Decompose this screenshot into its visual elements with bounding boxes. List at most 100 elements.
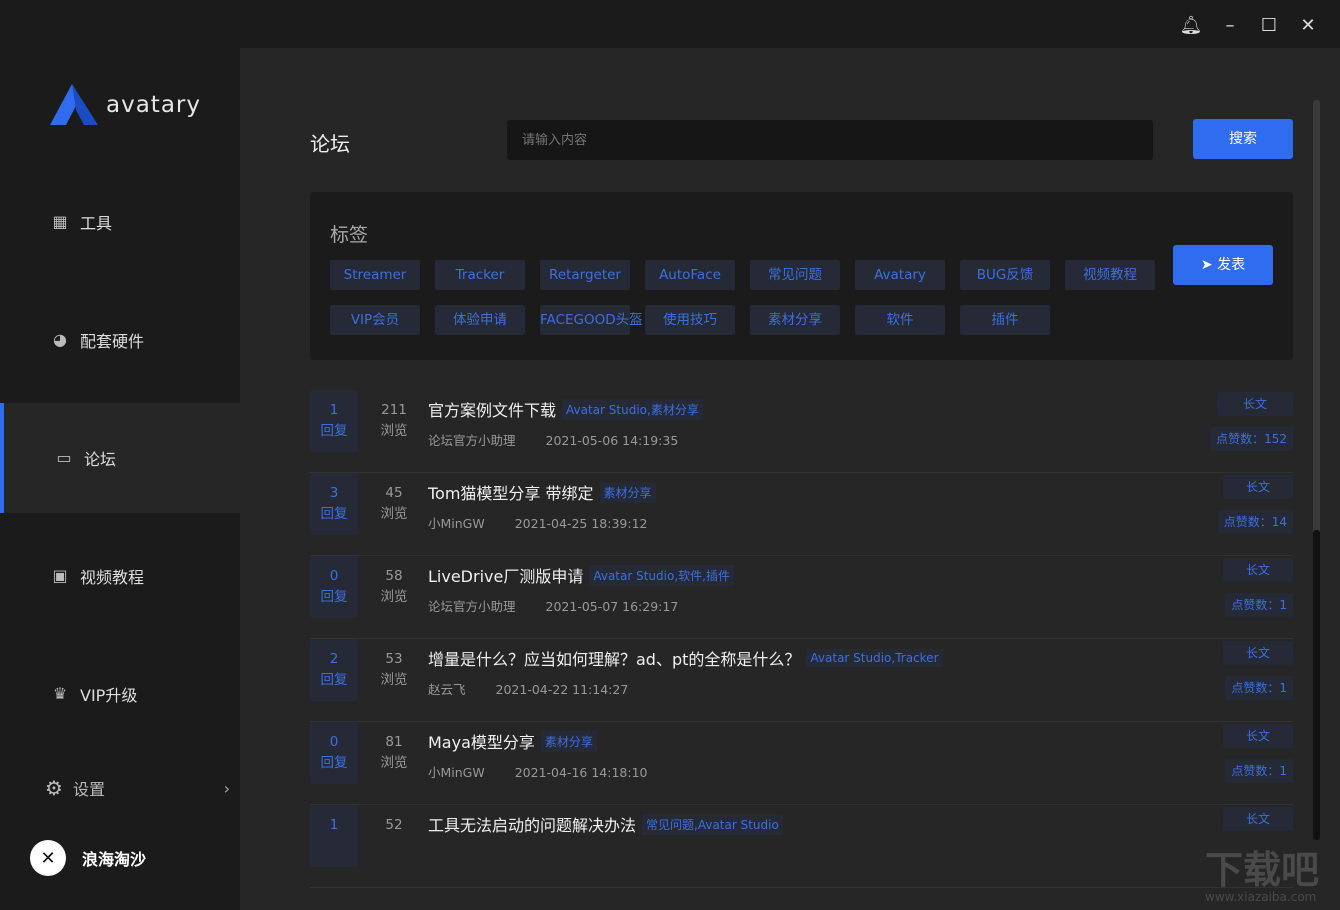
- tag-chip[interactable]: 软件: [855, 305, 945, 335]
- post-title[interactable]: Maya模型分享 素材分享: [428, 729, 597, 753]
- likes-badge: 点赞数：1: [1225, 593, 1293, 617]
- reply-label: 回复: [320, 506, 348, 522]
- tag-chip[interactable]: 体验申请: [435, 305, 525, 335]
- tags-panel: 标签 Streamer Tracker Retargeter AutoFace 常见问题…: [310, 192, 1293, 360]
- post-title[interactable]: 官方案例文件下载 Avatar Studio,素材分享: [428, 397, 703, 421]
- reply-label: 回复: [320, 423, 348, 439]
- reply-number: 0: [329, 568, 339, 584]
- post-tags[interactable]: 素材分享: [540, 730, 597, 752]
- post-label: 发表: [1217, 257, 1246, 273]
- post-date: 2021-04-16 14:18:10: [514, 765, 648, 780]
- post-author[interactable]: 小MinGW: [428, 765, 485, 780]
- tag-chip[interactable]: 插件: [960, 305, 1050, 335]
- reply-number: 1: [329, 402, 339, 418]
- post-tags[interactable]: Avatar Studio,软件,插件: [589, 564, 734, 586]
- settings-item[interactable]: ⚙ 设置 ›: [45, 776, 230, 800]
- tag-chip[interactable]: VIP会员: [330, 305, 420, 335]
- post-title[interactable]: Tom猫模型分享 带绑定 素材分享: [428, 480, 656, 504]
- crown-icon: ♛: [52, 684, 68, 703]
- post-meta: 小MinGW 2021-04-25 18:39:12: [428, 513, 648, 532]
- post-title-text: 增量是什么？应当如何理解？ad、pt的全称是什么？: [428, 650, 801, 669]
- sidebar: avatary ▦ 工具 ◕ 配套硬件 ▭ 论坛 ▣ 视频教程 ♛ VIP升级 ⚙ 设置 › …: [0, 48, 240, 910]
- post-title-text: LiveDrive厂测版申请: [428, 567, 584, 586]
- minimize-button[interactable]: –: [1218, 14, 1242, 38]
- chat-icon: ▭: [56, 448, 72, 467]
- post-tags[interactable]: Avatar Studio,Tracker: [806, 649, 943, 667]
- reply-count: 1 回复: [310, 390, 358, 452]
- post-author[interactable]: 论坛官方小助理: [428, 599, 516, 614]
- watermark-text: 下载吧: [1205, 848, 1320, 892]
- view-label: 浏览: [380, 672, 408, 688]
- tag-chip[interactable]: Retargeter: [540, 260, 630, 290]
- tag-chip[interactable]: 视频教程: [1065, 260, 1155, 290]
- post-button[interactable]: ➤ 发表: [1173, 245, 1273, 285]
- avatary-logo-icon: [50, 84, 98, 125]
- hardware-icon: ◕: [53, 330, 67, 349]
- view-count: 45 浏览: [374, 483, 414, 525]
- view-count: 58 浏览: [374, 566, 414, 608]
- user-profile[interactable]: ✕ 浪海淘沙: [30, 840, 146, 876]
- post-date: 2021-05-06 14:19:35: [545, 433, 679, 448]
- post-author[interactable]: 小MinGW: [428, 516, 485, 531]
- sidebar-item-hardware[interactable]: ◕ 配套硬件: [0, 285, 240, 395]
- avatar: ✕: [30, 840, 66, 876]
- post-title[interactable]: 工具无法启动的问题解决办法 常见问题,Avatar Studio: [428, 812, 783, 836]
- view-number: 211: [381, 402, 407, 418]
- tag-chip[interactable]: 使用技巧: [645, 305, 735, 335]
- type-badge: 长文: [1217, 392, 1293, 416]
- post-row[interactable]: 2 回复 53 浏览 增量是什么？应当如何理解？ad、pt的全称是什么？ Avatar S…: [310, 639, 1293, 722]
- likes-badge: 点赞数：1: [1225, 676, 1293, 700]
- post-row[interactable]: 0 回复 58 浏览 LiveDrive厂测版申请 Avatar Studio,软件,插件…: [310, 556, 1293, 639]
- view-number: 81: [385, 734, 403, 750]
- view-number: 58: [385, 568, 403, 584]
- brand-name: avatary: [106, 92, 201, 118]
- sidebar-item-forum[interactable]: ▭ 论坛: [0, 403, 240, 513]
- tag-chip[interactable]: Streamer: [330, 260, 420, 290]
- close-button[interactable]: ✕: [1296, 14, 1320, 38]
- view-count: 52: [374, 815, 414, 836]
- sidebar-item-vip[interactable]: ♛ VIP升级: [0, 639, 240, 749]
- reply-count: 0 回复: [310, 722, 358, 784]
- video-icon: ▣: [52, 566, 68, 585]
- post-tags[interactable]: Avatar Studio,素材分享: [562, 398, 703, 420]
- reply-number: 1: [329, 817, 339, 833]
- view-count: 53 浏览: [374, 649, 414, 691]
- type-badge: 长文: [1223, 641, 1293, 665]
- reply-number: 2: [329, 651, 339, 667]
- post-row[interactable]: 3 回复 45 浏览 Tom猫模型分享 带绑定 素材分享 小MinGW 2021-04-25 …: [310, 473, 1293, 556]
- search-input[interactable]: [507, 120, 1153, 160]
- tag-chip[interactable]: 常见问题: [750, 260, 840, 290]
- chevron-right-icon: ›: [223, 778, 230, 798]
- tag-chip[interactable]: BUG反馈: [960, 260, 1050, 290]
- post-row[interactable]: 0 回复 81 浏览 Maya模型分享 素材分享小MinGW 2021-04-16 14:1…: [310, 722, 1293, 805]
- post-date: 2021-05-07 16:29:17: [545, 599, 679, 614]
- post-title[interactable]: 增量是什么？应当如何理解？ad、pt的全称是什么？ Avatar Studio,T…: [428, 646, 943, 670]
- user-name: 浪海淘沙: [82, 850, 147, 869]
- tag-chip[interactable]: FACEGOOD头盔: [540, 305, 643, 335]
- sidebar-item-tools[interactable]: ▦ 工具: [0, 167, 240, 277]
- search-button[interactable]: 搜索: [1193, 119, 1293, 159]
- post-meta: 赵云飞 2021-04-22 11:14:27: [428, 679, 628, 698]
- tag-chip[interactable]: 素材分享: [750, 305, 840, 335]
- reply-number: 0: [329, 734, 339, 750]
- tag-chip[interactable]: Avatary: [855, 260, 945, 290]
- post-row[interactable]: 1 回复 211 浏览 官方案例文件下载 Avatar Studio,素材分享论坛官方小助…: [310, 390, 1293, 473]
- scrollbar[interactable]: [1313, 100, 1320, 840]
- post-meta: 论坛官方小助理 2021-05-06 14:19:35: [428, 430, 678, 449]
- view-label: 浏览: [380, 506, 408, 522]
- watermark-url: www.xiazaiba.com: [1205, 890, 1317, 904]
- tag-chip[interactable]: AutoFace: [645, 260, 735, 290]
- view-count: 211 浏览: [374, 400, 414, 442]
- post-tags[interactable]: 常见问题,Avatar Studio: [642, 813, 783, 835]
- post-author[interactable]: 论坛官方小助理: [428, 433, 516, 448]
- post-row[interactable]: 1 52 工具无法启动的问题解决办法 常见问题,Avatar Studio 长文: [310, 805, 1293, 888]
- post-author[interactable]: 赵云飞: [428, 682, 466, 697]
- post-date: 2021-04-25 18:39:12: [514, 516, 648, 531]
- post-tags[interactable]: 素材分享: [599, 481, 656, 503]
- tag-chip[interactable]: Tracker: [435, 260, 525, 290]
- view-label: 浏览: [380, 755, 408, 771]
- sidebar-item-video[interactable]: ▣ 视频教程: [0, 521, 240, 631]
- maximize-button[interactable]: ☐: [1257, 14, 1281, 38]
- bell-icon[interactable]: 🔔︎: [1179, 14, 1203, 38]
- post-title[interactable]: LiveDrive厂测版申请 Avatar Studio,软件,插件: [428, 563, 734, 587]
